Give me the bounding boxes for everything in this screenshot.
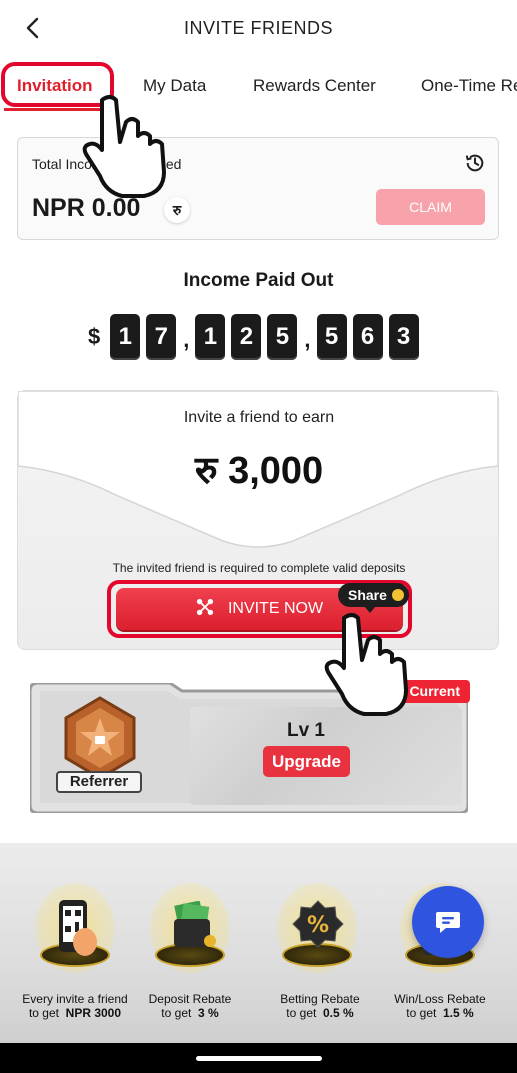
share-bubble[interactable]: Share (338, 583, 409, 613)
home-indicator[interactable] (196, 1056, 322, 1061)
invite-card: Invite a friend to earn रु 3,000 The inv… (17, 390, 499, 650)
pointing-hand-icon (324, 613, 408, 716)
invite-now-label: INVITE NOW (227, 600, 324, 617)
qr-phone-icon (59, 900, 97, 956)
counter-digit: 2 (231, 314, 262, 360)
counter-currency: $ (88, 324, 101, 349)
currency-chip: रु (164, 197, 190, 223)
claim-button[interactable]: CLAIM (376, 189, 485, 225)
wallet-icon (174, 901, 216, 947)
page-title: INVITE FRIENDS (183, 18, 333, 38)
level-text: Lv 1 (286, 720, 326, 741)
chat-support-button[interactable] (412, 886, 484, 958)
counter-separator: , (183, 327, 190, 352)
invite-reward-amount: रु 3,000 (194, 450, 324, 492)
svg-text:%: % (307, 913, 329, 938)
counter-digit: 3 (388, 314, 419, 360)
benefit-label-invite: Every invite a friend to get NPR 3000 (22, 992, 128, 1020)
income-paid-out-title: Income Paid Out (183, 270, 334, 291)
benefit-label-deposit: Deposit Rebate to get 3 % (148, 992, 232, 1020)
tab-one-time[interactable]: One-Time Re (421, 76, 517, 96)
counter-digit: 1 (110, 314, 141, 360)
benefit-label-betting: Betting Rebate to get 0.5 % (280, 992, 360, 1020)
share-nodes-icon (196, 598, 214, 616)
referrer-label: Referrer (56, 771, 142, 793)
history-icon[interactable] (464, 152, 486, 174)
share-label: Share (348, 587, 387, 603)
counter-digit: 7 (146, 314, 177, 360)
app-header: INVITE FRIENDS (0, 0, 517, 60)
upgrade-button[interactable]: Upgrade (263, 746, 350, 777)
tab-rewards-center[interactable]: Rewards Center (253, 76, 376, 96)
percent-badge-icon: % (292, 900, 344, 948)
counter-separator: , (304, 327, 311, 352)
coin-icon (391, 589, 404, 601)
paid-out-counter: $ 1 7 , 1 2 5 , 5 6 3 (88, 313, 425, 361)
invite-earn-label: Invite a friend to earn (183, 409, 335, 426)
counter-digit: 6 (352, 314, 383, 360)
benefit-label-winloss: Win/Loss Rebate to get 1.5 % (394, 992, 486, 1020)
chat-bubble-icon (436, 912, 460, 933)
counter-digit: 5 (267, 314, 298, 360)
counter-digit: 1 (195, 314, 226, 360)
invite-requirement-note: The invited friend is required to comple… (112, 561, 406, 575)
pointing-hand-icon (82, 95, 166, 198)
counter-digit: 5 (316, 314, 347, 360)
